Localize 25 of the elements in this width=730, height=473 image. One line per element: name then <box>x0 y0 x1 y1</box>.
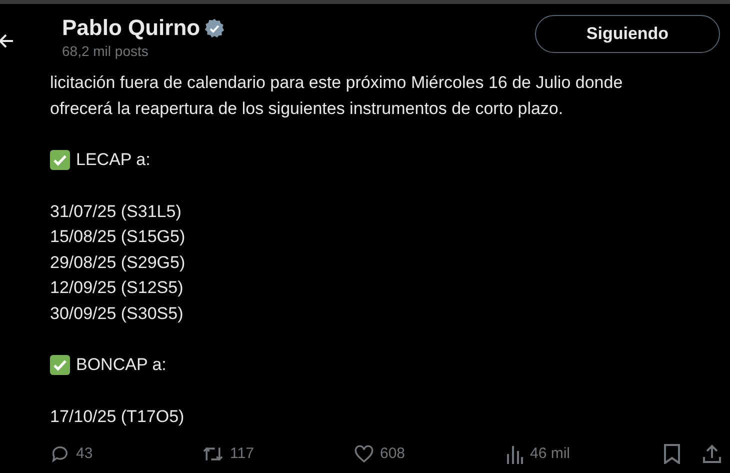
back-arrow-icon[interactable] <box>0 34 13 48</box>
heart-icon[interactable] <box>354 444 374 464</box>
tweet-text: 30/09/25 (S30S5) <box>50 302 184 324</box>
tweet-text: ofrecerá la reapertura de los siguientes instrumentos de corto plazo. <box>50 98 564 120</box>
action-count: 608 <box>380 444 406 464</box>
check-mark-icon <box>50 150 70 170</box>
post-count: 68,2 mil posts <box>62 42 150 60</box>
action-count: 46 mil <box>530 444 570 464</box>
tweet-text: 29/08/25 (S29G5) <box>50 252 186 274</box>
bar-chart-icon[interactable] <box>506 444 524 464</box>
tweet-text: LECAP a: <box>76 149 150 171</box>
tweet-text: BONCAP a: <box>76 354 166 376</box>
tweet-text: 31/07/25 (S31L5) <box>50 200 182 222</box>
action-count: 117 <box>230 444 254 464</box>
following-button[interactable]: Siguiendo <box>535 15 720 53</box>
speech-bubble-icon[interactable] <box>50 444 70 464</box>
tweet-text: 12/09/25 (S12S5) <box>50 277 184 299</box>
tweet-text: 17/10/25 (T17O5) <box>50 406 184 428</box>
tweet-text: licitación fuera de calendario para este próximo Miércoles 16 de Julio donde <box>50 72 623 94</box>
action-count: 43 <box>76 444 93 464</box>
tweet-text: 15/08/25 (S15G5) <box>50 226 186 248</box>
bookmark-icon[interactable] <box>664 444 680 464</box>
profile-name: Pablo Quirno <box>62 14 200 42</box>
check-mark-icon <box>50 354 70 375</box>
share-icon[interactable] <box>702 444 722 464</box>
